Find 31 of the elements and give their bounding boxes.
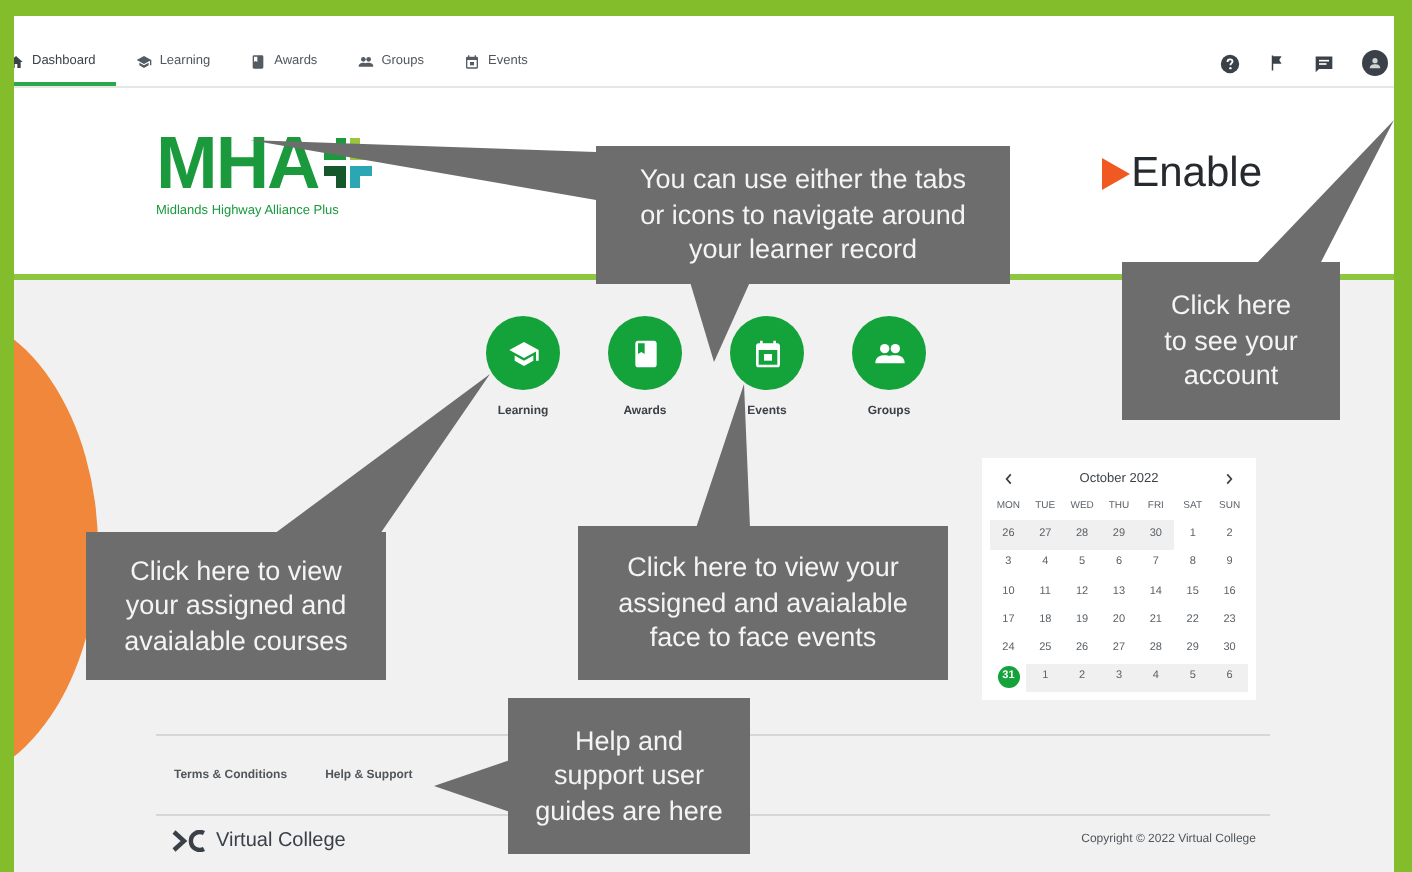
book-icon [250,53,267,69]
logo-wordmark: Enable [1131,149,1262,197]
callout: Click here to view your assigned and avaialable face to face events [578,526,948,680]
brand-name: Virtual College [216,829,346,852]
help-icon [1220,53,1240,73]
chevron-left-icon [1002,471,1016,485]
book-icon [629,337,661,369]
callout-pointer [690,282,750,362]
logo-wordmark: MHA [156,127,319,199]
chat-icon [1314,53,1334,73]
shortcut-button[interactable] [486,316,560,390]
callout: You can use either the tabs or icons to navigate around your learner record [596,146,1010,284]
mortarboard-icon [135,53,152,69]
callout: Click here to view your assigned and avaialable courses [86,532,386,680]
callout: Click here to see your account [1122,262,1340,420]
chevron-right-icon [1221,471,1236,485]
avatar-button[interactable] [1362,50,1388,76]
callout-pointer [434,760,510,812]
mortarboard-icon [507,337,539,369]
callout: Help and support user guides are here [508,698,750,854]
people-icon [357,53,374,69]
person-icon [1368,56,1382,70]
shortcut-button[interactable] [608,316,682,390]
calendar-icon [751,337,783,369]
flag-icon [1268,54,1286,72]
shortcut-button[interactable] [852,316,926,390]
calendar-icon [464,53,481,69]
triangle-icon [1101,157,1130,189]
callout-pointer [696,384,750,528]
shortcut-button[interactable] [730,316,804,390]
chevrons-icon [172,829,206,852]
